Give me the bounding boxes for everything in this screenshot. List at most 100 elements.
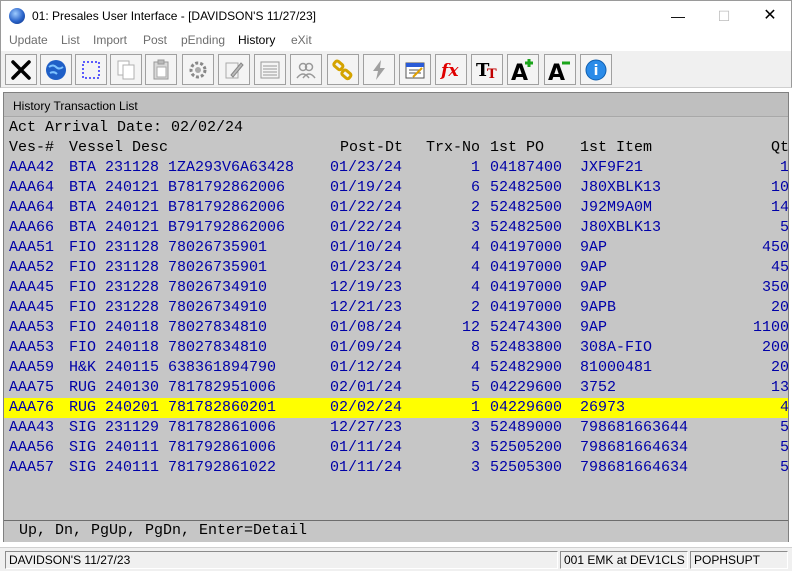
table-row[interactable]: AAA53 FIO 240118 78027834810 01/09/24 8 5248… [4,338,788,358]
menu-bar: Update List Import Post pEnding History … [0,31,792,51]
calendar-icon [405,62,425,78]
table-row[interactable]: AAA64 BTA 240121 B781792862006 01/19/24 6 52… [4,178,788,198]
cell-ves: AAA52 [9,259,55,276]
cell-item: 9AP [580,319,608,336]
table-row[interactable]: AAA52 FIO 231128 78026735901 01/23/24 4 0419… [4,258,788,278]
edit-tool-button[interactable] [218,54,250,85]
cell-po: 52482500 [490,179,563,196]
cell-qty: 14 [770,199,788,216]
cell-item: 308A-FIO [580,339,653,356]
link-tool-button[interactable] [327,54,359,85]
menu-import[interactable]: Import [93,33,127,47]
cell-post: 02/01/24 [330,379,403,396]
close-window-button[interactable]: ✕ [747,1,792,31]
settings-icon [189,61,207,78]
col-ves: Ves-# [9,139,55,156]
table-row[interactable]: AAA53 FIO 240118 78027834810 01/08/24 12 524… [4,318,788,338]
cell-post: 01/08/24 [330,319,403,336]
arrival-value: 02/02/24 [171,119,244,136]
table-row[interactable]: AAA59 H&K 240115 638361894790 01/12/24 4 524… [4,358,788,378]
history-panel: History Transaction List Act Arrival Dat… [3,92,789,542]
select-tool-button[interactable] [75,54,107,85]
cell-po: 04197000 [490,299,563,316]
cell-desc: BTA 231128 1ZA293V6A63428 [69,159,295,176]
menu-pending[interactable]: pEnding [181,33,225,47]
table-row[interactable]: AAA43 SIG 231129 781782861006 12/27/23 3 524… [4,418,788,438]
menu-history[interactable]: History [238,33,275,47]
cell-item: 798681664634 [580,459,689,476]
cell-post: 12/27/23 [330,419,403,436]
cell-post: 01/23/24 [330,259,403,276]
cell-desc: FIO 231228 78026734910 [69,299,268,316]
cell-ves: AAA57 [9,459,55,476]
cell-item: J80XBLK13 [580,219,662,236]
users-tool-button[interactable] [290,54,322,85]
list-icon [260,61,280,78]
cell-qty: 200 [761,339,788,356]
menu-update[interactable]: Update [9,33,48,47]
menu-post[interactable]: Post [143,33,167,47]
cell-po: 52505200 [490,439,563,456]
paste-tool-button[interactable] [145,54,177,85]
copy-tool-button[interactable] [110,54,142,85]
lightning-tool-button[interactable] [363,54,395,85]
table-row[interactable]: AAA64 BTA 240121 B781792862006 01/22/24 2 52… [4,198,788,218]
calendar-tool-button[interactable] [399,54,431,85]
function-tool-button[interactable]: fx [435,54,467,85]
menu-exit[interactable]: eXit [291,33,312,47]
minimize-button[interactable]: — [655,1,701,31]
font-decrease-tool-button[interactable]: A [544,54,576,85]
font-increase-icon: A [511,58,533,83]
font-increase-tool-button[interactable]: A [507,54,539,85]
table-row[interactable]: AAA66 BTA 240121 B791792862006 01/22/24 3 52… [4,218,788,238]
cell-qty: 5 [779,219,788,236]
cell-item: 9AP [580,239,608,256]
svg-text:i: i [594,63,599,79]
close-tool-button[interactable] [5,54,37,85]
maximize-button[interactable]: ☐ [701,1,747,31]
cell-qty: 450 [761,239,788,256]
cell-trx: 6 [470,179,480,196]
table-row[interactable]: AAA51 FIO 231128 78026735901 01/10/24 4 0419… [4,238,788,258]
cell-item: J92M9A0M [580,199,653,216]
cell-desc: FIO 240118 78027834810 [69,339,268,356]
table-row[interactable]: AAA57 SIG 240111 781792861022 01/11/24 3 525… [4,458,788,478]
cell-trx: 8 [470,339,480,356]
cell-ves: AAA64 [9,199,55,216]
cell-item: 798681663644 [580,419,689,436]
menu-list[interactable]: List [61,33,80,47]
cell-trx: 3 [470,419,480,436]
globe-tool-button[interactable] [40,54,72,85]
select-icon [82,60,100,79]
font-size-tool-button[interactable]: TT [471,54,503,85]
cell-trx: 5 [470,379,480,396]
cell-desc: RUG 240201 781782860201 [69,399,277,416]
cell-post: 01/22/24 [330,219,403,236]
table-row-selected[interactable]: AAA76 RUG 240201 781782860201 02/02/24 1 042… [4,398,788,418]
cell-po: 52482500 [490,199,563,216]
cell-po: 52482900 [490,359,563,376]
status-user: POPHSUPT [690,551,788,569]
cell-qty: 20 [770,299,788,316]
list-tool-button[interactable] [254,54,286,85]
arrival-date-line: Act Arrival Date: 02/02/24 [9,118,243,138]
table-row[interactable]: AAA42 BTA 231128 1ZA293V6A63428 01/23/24 1 0… [4,158,788,178]
table-row[interactable]: AAA45 FIO 231228 78026734910 12/19/23 4 0419… [4,278,788,298]
help-tool-button[interactable]: i [580,54,612,85]
cell-post: 01/09/24 [330,339,403,356]
table-row[interactable]: AAA75 RUG 240130 781782951006 02/01/24 5 042… [4,378,788,398]
settings-tool-button[interactable] [182,54,214,85]
col-post: Post-Dt [340,139,404,156]
status-session: 001 EMK at DEV1CLS [560,551,688,569]
table-row[interactable]: AAA45 FIO 231228 78026734910 12/21/23 2 0419… [4,298,788,318]
cell-po: 04197000 [490,239,563,256]
column-header-row: Ves-# Vessel Desc Post-Dt Trx-No 1st PO … [4,138,788,158]
cell-qty: 5 [779,419,788,436]
cell-ves: AAA64 [9,179,55,196]
cell-desc: RUG 240130 781782951006 [69,379,277,396]
cell-ves: AAA59 [9,359,55,376]
table-row[interactable]: AAA56 SIG 240111 781792861006 01/11/24 3 525… [4,438,788,458]
cell-po: 52482500 [490,219,563,236]
cell-item: 798681664634 [580,439,689,456]
cell-ves: AAA42 [9,159,55,176]
